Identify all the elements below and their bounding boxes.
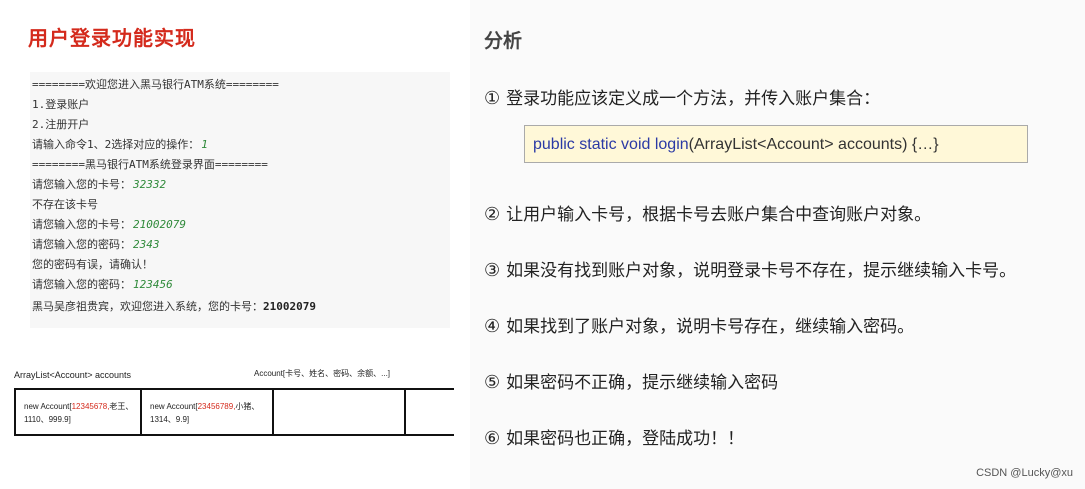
left-panel: 用户登录功能实现 ========欢迎您进入黑马银行ATM系统======== … — [0, 0, 470, 489]
step-item: ③ 如果没有找到账户对象，说明登录卡号不存在，提示继续输入卡号。 — [484, 260, 1017, 281]
console-line: 2.注册开户 — [32, 118, 90, 131]
array-cell: new Account[12345678,老王、1110、999.9] — [14, 390, 140, 436]
array-cell: new Account[23456789,小猪、1314、9.9] — [140, 390, 272, 436]
page-title: 用户登录功能实现 — [28, 26, 196, 50]
console-line: ========黑马银行ATM系统登录界面======== — [32, 158, 268, 171]
console-line: 请您输入您的密码： 123456 — [32, 278, 173, 291]
step-item: ⑥ 如果密码也正确，登陆成功！！ — [484, 428, 745, 449]
watermark: CSDN @Lucky@xu — [976, 467, 1073, 479]
step-item: ① 登录功能应该定义成一个方法，并传入账户集合： — [484, 88, 881, 109]
console-line: 不存在该卡号 — [32, 198, 98, 211]
console-line: 请您输入您的卡号： 21002079 — [32, 218, 186, 231]
step-item: ④ 如果找到了账户对象，说明卡号存在，继续输入密码。 — [484, 316, 915, 337]
accounts-diagram: ArrayList<Account> accounts Account[卡号、姓… — [14, 366, 454, 446]
console-line: 请输入命令1、2选择对应的操作： 1 — [32, 138, 208, 151]
console-line: 黑马吴彦祖贵宾，欢迎您进入系统，您的卡号：21002079 — [32, 300, 316, 313]
analysis-title: 分析 — [484, 30, 523, 52]
right-panel: 分析 ① 登录功能应该定义成一个方法，并传入账户集合： public static… — [470, 0, 1085, 489]
console-line: 请您输入您的卡号： 32332 — [32, 178, 167, 191]
console-line: 1.登录账户 — [32, 98, 90, 111]
cell-text: new Account[12345678,老王、1110、999.9] — [24, 402, 134, 424]
console-line: 您的密码有误，请确认！ — [32, 258, 153, 271]
array-cell — [404, 390, 454, 436]
step-item: ② 让用户输入卡号，根据卡号去账户集合中查询账户对象。 — [484, 204, 932, 225]
console-line: ========欢迎您进入黑马银行ATM系统======== — [32, 78, 279, 91]
account-fields-label: Account[卡号、姓名、密码、余额、...] — [254, 369, 391, 378]
arraylist-label: ArrayList<Account> accounts — [14, 370, 132, 380]
step-item: ⑤ 如果密码不正确，提示继续输入密码 — [484, 372, 779, 393]
console-line: 请您输入您的密码： 2343 — [32, 238, 160, 251]
method-signature: public static void login(ArrayList<Accou… — [533, 136, 939, 153]
array-cell — [272, 390, 404, 436]
code-signature-box: public static void login(ArrayList<Accou… — [524, 125, 1028, 163]
console-output: ========欢迎您进入黑马银行ATM系统======== 1.登录账户 2.… — [30, 72, 450, 328]
cell-text: new Account[23456789,小猪、1314、9.9] — [150, 402, 260, 424]
